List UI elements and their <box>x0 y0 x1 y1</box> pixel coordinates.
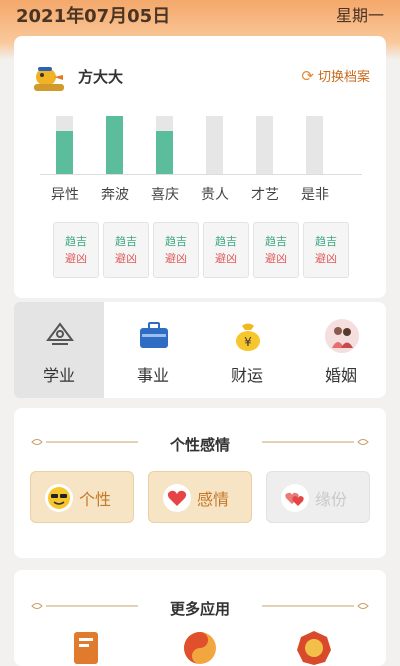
bar-track <box>206 116 223 174</box>
date-label: 2021年07月05日 <box>16 6 171 27</box>
tab-label: 婚姻 <box>324 366 357 385</box>
personality-label: 个性 <box>79 490 112 509</box>
compass-icon[interactable] <box>296 628 332 666</box>
bar-track <box>106 116 123 174</box>
tab-career[interactable]: 事业 <box>108 302 198 398</box>
category-tabs: 学业 事业 ¥ 财运 婚姻 <box>14 302 386 398</box>
profile-name: 方大大 <box>78 68 124 86</box>
refresh-icon: ⟳ <box>301 66 314 85</box>
fortune-tag[interactable]: 趋吉 避凶 <box>103 222 149 278</box>
tag-good: 趋吉 <box>65 235 87 248</box>
tab-label: 学业 <box>42 366 75 385</box>
avatar <box>34 67 64 91</box>
fortune-bar: 是非 <box>290 116 340 204</box>
svg-text:¥: ¥ <box>244 335 252 349</box>
tag-good: 趋吉 <box>115 235 137 248</box>
ornament-right <box>262 603 369 609</box>
bar-label: 才艺 <box>251 187 279 203</box>
bar-track <box>306 116 323 174</box>
personality-card: 个性感情 个性 感情 缘份 <box>14 408 386 558</box>
emotion-label: 感情 <box>197 490 230 509</box>
bar-track <box>56 116 73 174</box>
tag-bad: 避凶 <box>265 252 287 265</box>
emotion-button[interactable]: 感情 <box>148 471 252 523</box>
tab-label: 财运 <box>230 366 263 385</box>
more-apps-card: 更多应用 <box>14 570 386 666</box>
tab-marriage[interactable]: 婚姻 <box>296 302 386 398</box>
bar-label: 奔波 <box>101 187 129 203</box>
fortune-bar: 才艺 <box>240 116 290 204</box>
fortune-bar: 奔波 <box>90 116 140 204</box>
fortune-bar: 贵人 <box>190 116 240 204</box>
bar-label: 是非 <box>301 187 329 203</box>
money-bag-icon: ¥ <box>236 323 260 351</box>
fortune-tags: 趋吉避凶 趋吉避凶 趋吉避凶 趋吉避凶 趋吉避凶 趋吉避凶 <box>53 222 353 278</box>
double-heart-icon <box>281 484 309 512</box>
tag-bad: 避凶 <box>115 252 137 265</box>
sunglasses-face-icon <box>45 484 73 512</box>
fortune-bars: 异性 奔波 喜庆 贵人 才艺 是非 <box>40 116 362 204</box>
fortune-card: 方大大 ⟳ 切换档案 异性 奔波 喜庆 贵人 才艺 是非 趋吉 避凶 趋吉 避凶… <box>14 36 386 298</box>
bar-label: 喜庆 <box>151 187 179 203</box>
heart-icon <box>163 484 191 512</box>
fate-label: 缘份 <box>315 490 348 509</box>
bar-track <box>256 116 273 174</box>
tag-bad: 避凶 <box>165 252 187 265</box>
briefcase-icon <box>140 322 168 348</box>
tag-bad: 避凶 <box>315 252 337 265</box>
tab-label: 事业 <box>136 366 169 385</box>
tag-good: 趋吉 <box>215 235 237 248</box>
weekday-label: 星期一 <box>335 6 384 25</box>
tag-good: 趋吉 <box>315 235 337 248</box>
bar-fill <box>106 116 123 174</box>
fortune-tag[interactable]: 趋吉 避凶 <box>303 222 349 278</box>
fortune-bar: 喜庆 <box>140 116 190 204</box>
tag-good: 趋吉 <box>165 235 187 248</box>
switch-profile-label: 切换档案 <box>317 70 370 85</box>
tab-study[interactable]: 学业 <box>14 302 104 398</box>
tab-wealth[interactable]: ¥ 财运 <box>202 302 292 398</box>
personality-button[interactable]: 个性 <box>30 471 134 523</box>
fortune-tag[interactable]: 趋吉 避凶 <box>253 222 299 278</box>
couple-icon <box>325 319 359 353</box>
yin-yang-icon[interactable] <box>182 628 218 666</box>
switch-profile-button[interactable]: ⟳ 切换档案 <box>301 66 370 86</box>
notebook-icon[interactable] <box>68 628 104 666</box>
bar-track <box>156 116 173 174</box>
ornament-right <box>262 439 369 445</box>
tag-good: 趋吉 <box>265 235 287 248</box>
fortune-tag[interactable]: 趋吉 避凶 <box>153 222 199 278</box>
fortune-tag[interactable]: 趋吉 避凶 <box>203 222 249 278</box>
bar-fill <box>56 130 73 174</box>
fortune-tag[interactable]: 趋吉 避凶 <box>53 222 99 278</box>
bar-label: 异性 <box>51 187 79 203</box>
tag-bad: 避凶 <box>215 252 237 265</box>
bar-label: 贵人 <box>201 187 229 203</box>
fortune-bar: 异性 <box>40 116 90 204</box>
bar-fill <box>156 130 173 174</box>
fate-button[interactable]: 缘份 <box>266 471 370 523</box>
graduation-cap-icon <box>46 322 74 345</box>
tag-bad: 避凶 <box>65 252 87 265</box>
